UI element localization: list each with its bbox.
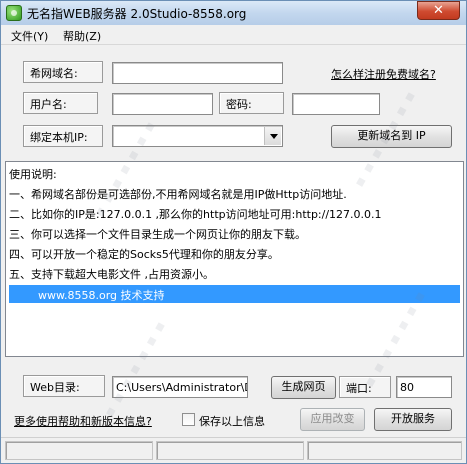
port-input[interactable]: 80 [396, 376, 452, 398]
app-window: 无名指WEB服务器 2.0Studio-8558.org ✕ 文件(Y) 帮助(… [0, 0, 467, 464]
web-dir-input[interactable]: C:\Users\Administrator\Des [112, 376, 248, 398]
username-label: 用户名: [23, 92, 98, 114]
status-pane-3 [307, 441, 462, 460]
menu-help[interactable]: 帮助(Z) [63, 28, 101, 44]
web-dir-label: Web目录: [23, 375, 105, 397]
generate-page-button[interactable]: 生成网页 [271, 376, 336, 399]
status-pane-2 [156, 441, 304, 460]
port-label: 端口: [339, 376, 391, 398]
menu-file[interactable]: 文件(Y) [11, 28, 48, 44]
close-button[interactable]: ✕ [417, 1, 460, 20]
status-bar [1, 437, 466, 463]
app-globe-icon [6, 5, 22, 21]
note-line-5: 五、支持下载超大电影文件 ,占用资源小。 [9, 268, 214, 281]
update-domain-button[interactable]: 更新域名到 IP [331, 125, 452, 148]
note-line-3: 三、你可以选择一个文件目录生成一个网页让你的朋友下载。 [9, 228, 306, 241]
usage-notes-panel[interactable]: 使用说明: 一、希网域名部份是可选部份,不用希网域名就是用IP做Http访问地址… [5, 161, 464, 357]
status-pane-1 [5, 441, 153, 460]
bind-ip-select[interactable] [112, 125, 283, 147]
password-input[interactable] [292, 93, 380, 115]
save-info-label[interactable]: 保存以上信息 [199, 413, 265, 429]
chevron-down-icon[interactable] [264, 127, 281, 145]
tech-support-line[interactable]: www.8558.org 技术支持 [9, 285, 460, 303]
username-input[interactable] [112, 93, 213, 115]
notes-heading: 使用说明: [9, 168, 57, 181]
note-line-4: 四、可以开放一个稳定的Socks5代理和你的朋友分享。 [9, 248, 279, 261]
apply-changes-button[interactable]: 应用改变 [300, 408, 365, 431]
password-label: 密码: [219, 92, 284, 114]
bind-ip-label: 绑定本机IP: [23, 125, 103, 147]
open-service-button[interactable]: 开放服务 [374, 408, 452, 431]
title-bar[interactable]: 无名指WEB服务器 2.0Studio-8558.org ✕ [1, 1, 466, 25]
register-domain-link[interactable]: 怎么样注册免费域名? [331, 66, 436, 82]
window-title: 无名指WEB服务器 2.0Studio-8558.org [27, 7, 247, 21]
more-help-link[interactable]: 更多使用帮助和新版本信息? [14, 413, 152, 429]
note-line-1: 一、希网域名部份是可选部份,不用希网域名就是用IP做Http访问地址. [9, 188, 347, 201]
domain-input[interactable] [112, 62, 283, 84]
note-line-2: 二、比如你的IP是:127.0.0.1 ,那么你的http访问地址可用:http… [9, 208, 382, 221]
domain-label: 希网域名: [23, 61, 103, 83]
save-info-checkbox[interactable] [182, 413, 195, 426]
menu-bar: 文件(Y) 帮助(Z) [1, 26, 466, 45]
